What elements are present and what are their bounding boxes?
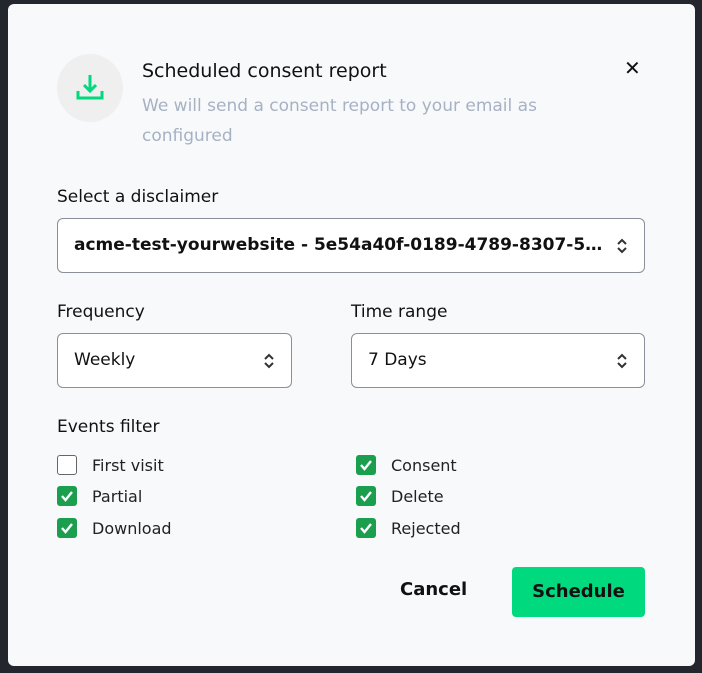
chevron-up-down-icon bbox=[617, 353, 627, 369]
checkbox-label: Partial bbox=[92, 486, 143, 506]
cancel-button[interactable]: Cancel bbox=[400, 579, 467, 600]
disclaimer-value: acme-test-yourwebsite - 5e54a40f-0189-47… bbox=[74, 235, 605, 255]
close-icon[interactable]: ✕ bbox=[624, 56, 641, 80]
checkbox-label: Consent bbox=[391, 455, 457, 475]
events-filter-label: Events filter bbox=[57, 417, 160, 437]
check-icon bbox=[360, 460, 372, 471]
disclaimer-select[interactable]: acme-test-yourwebsite - 5e54a40f-0189-47… bbox=[57, 218, 645, 273]
checkbox-label: Download bbox=[92, 518, 172, 538]
checkbox-box[interactable] bbox=[356, 518, 376, 538]
checkbox-rejected[interactable]: Rejected bbox=[356, 518, 461, 538]
checkbox-box[interactable] bbox=[57, 518, 77, 538]
checkbox-label: First visit bbox=[92, 455, 164, 475]
checkbox-label: Rejected bbox=[391, 518, 461, 538]
check-icon bbox=[360, 523, 372, 534]
check-icon bbox=[360, 491, 372, 502]
frequency-select[interactable]: Weekly bbox=[57, 333, 292, 388]
dialog-title: Scheduled consent report bbox=[142, 60, 387, 82]
chevron-up-down-icon bbox=[264, 353, 274, 369]
schedule-button[interactable]: Schedule bbox=[512, 567, 645, 617]
time-range-select[interactable]: 7 Days bbox=[351, 333, 645, 388]
checkbox-download[interactable]: Download bbox=[57, 518, 172, 538]
disclaimer-label: Select a disclaimer bbox=[57, 187, 219, 207]
time-range-value: 7 Days bbox=[368, 350, 427, 370]
checkbox-label: Delete bbox=[391, 486, 444, 506]
frequency-value: Weekly bbox=[74, 350, 136, 370]
scheduled-report-dialog: Scheduled consent report We will send a … bbox=[8, 4, 695, 666]
frequency-label: Frequency bbox=[57, 302, 145, 322]
check-icon bbox=[61, 491, 73, 502]
checkbox-box[interactable] bbox=[356, 455, 376, 475]
checkbox-box[interactable] bbox=[57, 486, 77, 506]
checkbox-partial[interactable]: Partial bbox=[57, 486, 142, 506]
checkbox-box[interactable] bbox=[356, 486, 376, 506]
check-icon bbox=[61, 523, 73, 534]
checkbox-box[interactable] bbox=[57, 455, 77, 475]
checkbox-delete[interactable]: Delete bbox=[356, 486, 444, 506]
download-icon bbox=[57, 54, 123, 122]
chevron-up-down-icon bbox=[617, 238, 627, 254]
time-range-label: Time range bbox=[351, 302, 448, 322]
checkbox-first-visit[interactable]: First visit bbox=[57, 455, 164, 475]
checkbox-consent[interactable]: Consent bbox=[356, 455, 457, 475]
dialog-subtitle: We will send a consent report to your em… bbox=[142, 96, 537, 146]
